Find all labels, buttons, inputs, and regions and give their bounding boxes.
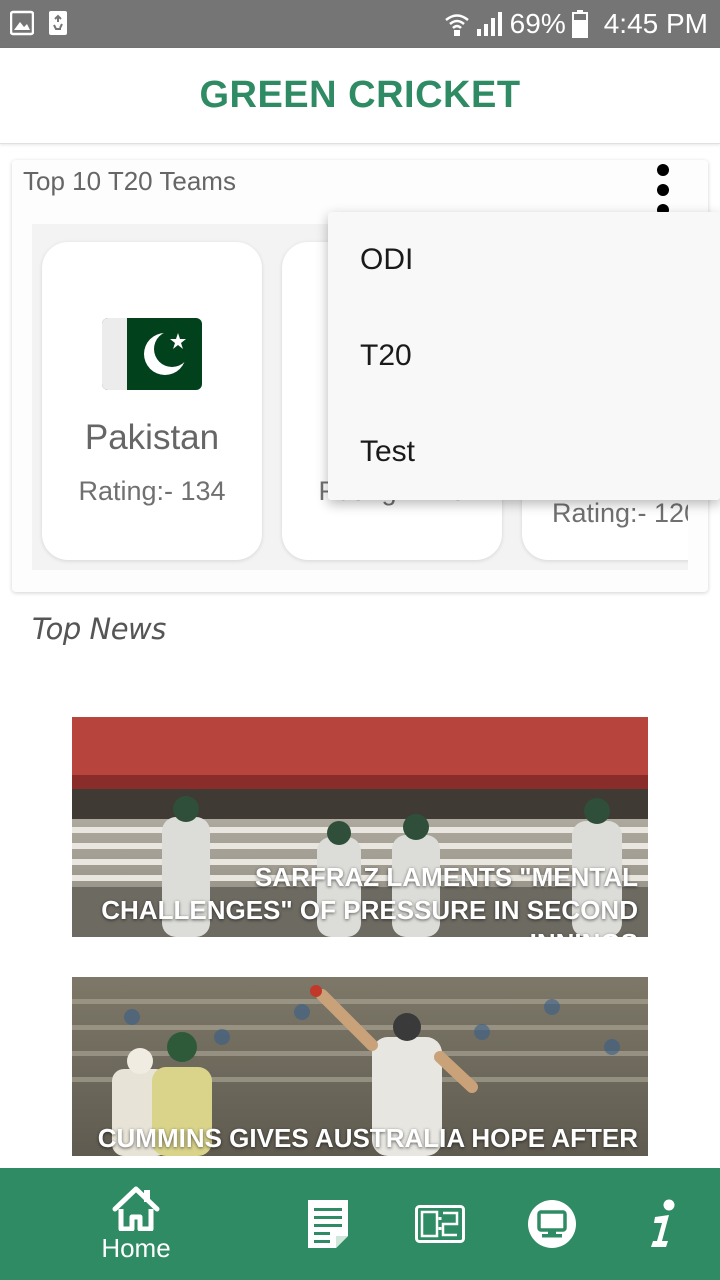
news-card[interactable]: CUMMINS GIVES AUSTRALIA HOPE AFTER <box>72 977 648 1156</box>
tv-icon <box>528 1200 576 1248</box>
home-icon <box>112 1186 160 1231</box>
signal-icon <box>476 12 502 36</box>
battery-percent: 69% <box>509 8 566 39</box>
nav-news[interactable] <box>304 1168 352 1280</box>
bottom-nav: Home <box>0 1168 720 1280</box>
overflow-menu-icon[interactable] <box>656 164 670 216</box>
nav-scores[interactable] <box>414 1168 466 1280</box>
nav-home[interactable]: Home <box>96 1168 176 1280</box>
info-icon <box>651 1199 675 1247</box>
app-title: GREEN CRICKET <box>199 74 521 116</box>
nav-live[interactable] <box>526 1168 578 1280</box>
nav-label-home: Home <box>101 1232 171 1263</box>
menu-item-odi[interactable]: ODI <box>328 212 720 308</box>
wifi-icon <box>444 14 469 36</box>
news-title: CUMMINS GIVES AUSTRALIA HOPE AFTER <box>97 1123 638 1153</box>
recycle-icon <box>49 11 67 35</box>
news-heading: Top News <box>32 612 166 646</box>
news-icon <box>308 1200 348 1248</box>
teams-heading: Top 10 T20 Teams <box>23 166 236 196</box>
battery-icon <box>571 10 588 38</box>
clock: 4:45 PM <box>603 8 708 39</box>
scoreboard-icon <box>415 1205 465 1243</box>
team-rating: Rating:- 120 <box>552 498 688 528</box>
pakistan-flag-icon <box>102 318 202 390</box>
app-bar: GREEN CRICKET <box>0 48 720 144</box>
status-bar: 69% 4:45 PM <box>0 0 720 48</box>
team-rating: Rating:- 134 <box>78 476 226 506</box>
news-title: SARFRAZ LAMENTS "MENTAL CHALLENGES" OF P… <box>101 862 638 937</box>
menu-item-test[interactable]: Test <box>328 404 720 500</box>
image-icon <box>10 10 34 36</box>
nav-info[interactable] <box>644 1168 684 1280</box>
team-card-pakistan[interactable]: Pakistan Rating:- 134 <box>42 242 262 560</box>
team-name: Pakistan <box>84 418 220 457</box>
news-card[interactable]: SARFRAZ LAMENTS "MENTAL CHALLENGES" OF P… <box>72 717 648 937</box>
format-popup-menu: ODI T20 Test <box>328 212 720 500</box>
menu-item-t20[interactable]: T20 <box>328 308 720 404</box>
